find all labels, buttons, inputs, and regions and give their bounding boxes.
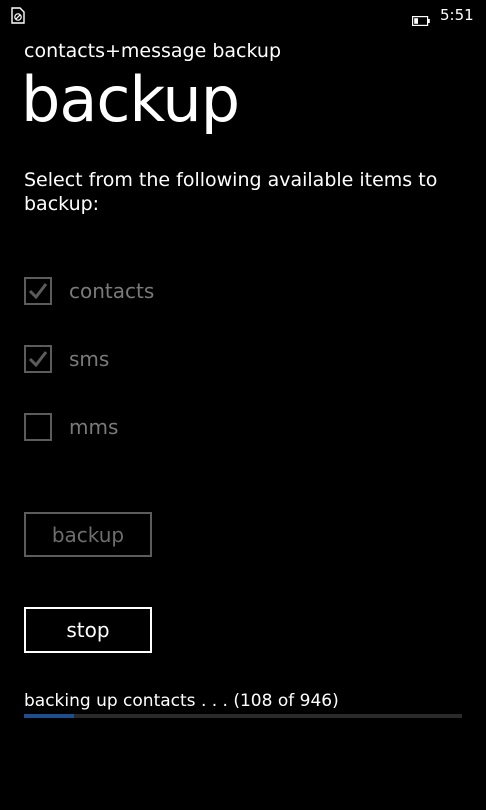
stop-button[interactable]: stop	[24, 607, 152, 653]
option-mms[interactable]: mms	[24, 411, 118, 443]
progress-status-text: backing up contacts . . . (108 of 946)	[24, 691, 339, 711]
option-label-sms: sms	[69, 347, 110, 371]
app-title: contacts+message backup	[24, 40, 282, 62]
option-contacts[interactable]: contacts	[24, 275, 154, 307]
option-label-contacts: contacts	[69, 279, 155, 303]
option-sms[interactable]: sms	[24, 343, 109, 375]
instructions-text: Select from the following available item…	[24, 169, 438, 215]
battery-icon	[412, 11, 430, 27]
backup-button[interactable]: backup	[24, 512, 152, 557]
no-sim-icon	[9, 7, 26, 24]
status-time: 5:51	[440, 6, 474, 24]
checkmark-icon	[28, 283, 48, 300]
mms-checkbox[interactable]	[24, 413, 52, 441]
contacts-checkbox[interactable]	[24, 277, 52, 305]
page-title: backup	[21, 63, 240, 136]
checkmark-icon	[28, 351, 48, 368]
option-label-mms: mms	[69, 415, 119, 439]
progress-bar-fill	[24, 714, 74, 718]
sms-checkbox[interactable]	[24, 345, 52, 373]
progress-bar	[24, 714, 462, 718]
status-bar: 5:51	[0, 0, 486, 32]
